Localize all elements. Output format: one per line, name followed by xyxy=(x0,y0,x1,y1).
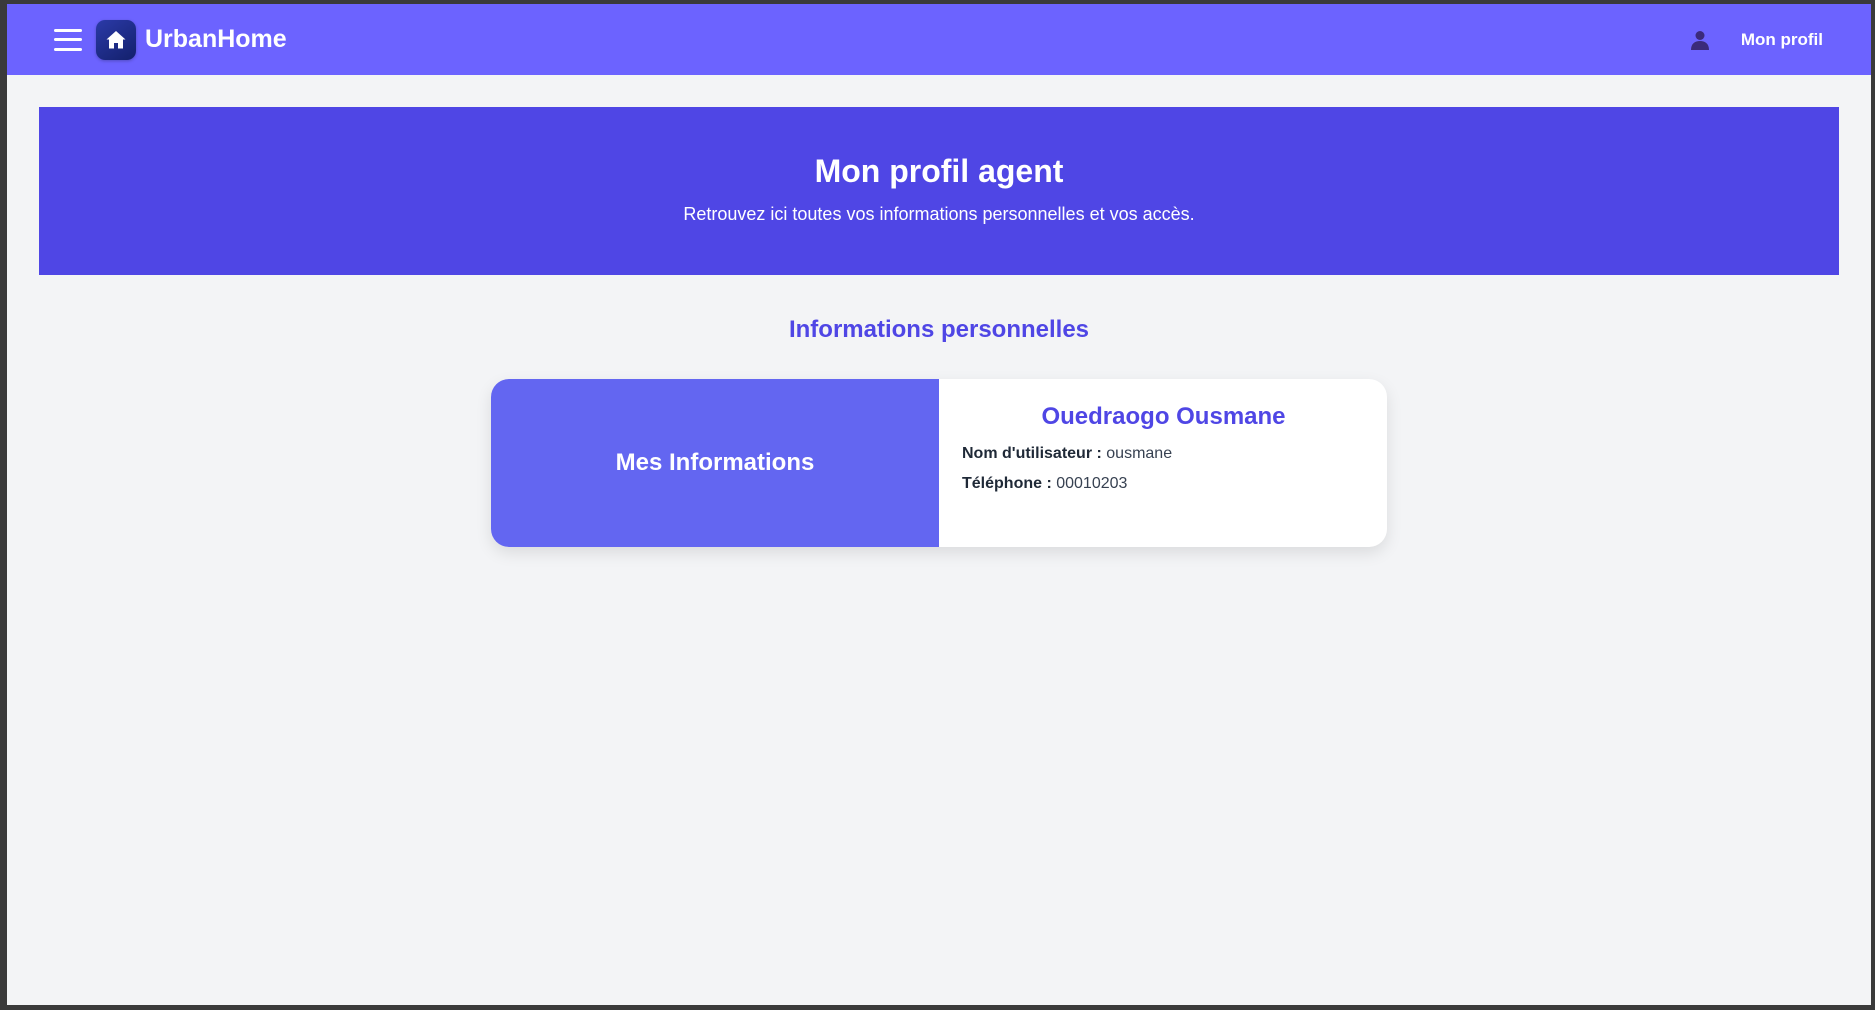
username-label: Nom d'utilisateur : xyxy=(962,445,1102,462)
hero-banner: Mon profil agent Retrouvez ici toutes vo… xyxy=(39,107,1839,275)
home-icon[interactable] xyxy=(96,19,136,60)
top-navbar: UrbanHome Mon profil xyxy=(7,4,1871,75)
page-title: Mon profil agent xyxy=(814,153,1064,189)
phone-label: Téléphone : xyxy=(962,475,1052,492)
profile-link-label[interactable]: Mon profil xyxy=(1741,30,1823,50)
phone-value: 00010203 xyxy=(1056,475,1128,492)
username-row: Nom d'utilisateur : ousmane xyxy=(962,445,1365,463)
profile-card: Mes Informations Ouedraogo Ousmane Nom d… xyxy=(491,379,1387,547)
card-left-title: Mes Informations xyxy=(615,449,815,476)
phone-row: Téléphone : 00010203 xyxy=(962,475,1365,493)
brand-name[interactable]: UrbanHome xyxy=(145,25,287,54)
section-title: Informations personnelles xyxy=(788,316,1090,343)
card-left-panel: Mes Informations xyxy=(491,379,939,547)
profile-link[interactable]: Mon profil xyxy=(1689,29,1823,51)
card-right-panel: Ouedraogo Ousmane Nom d'utilisateur : ou… xyxy=(939,379,1387,547)
hamburger-menu-icon[interactable] xyxy=(54,28,82,51)
app-window: UrbanHome Mon profil Mon profil agent Re… xyxy=(7,4,1871,1005)
person-name: Ouedraogo Ousmane xyxy=(1041,403,1286,430)
username-value: ousmane xyxy=(1106,445,1173,462)
user-icon xyxy=(1689,29,1711,51)
page-subtitle: Retrouvez ici toutes vos informations pe… xyxy=(683,204,1195,224)
